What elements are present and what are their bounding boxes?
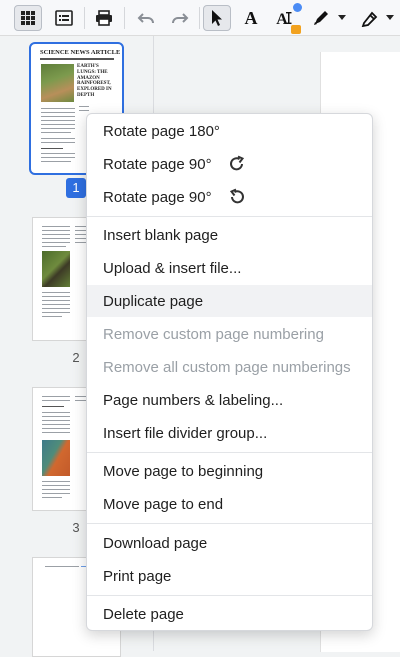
menu-divider [87, 452, 372, 453]
menu-item-move-to-beginning[interactable]: Move page to beginning [87, 455, 372, 487]
menu-item-label: Move page to beginning [103, 462, 264, 480]
menu-item-label: Page numbers & labeling... [103, 391, 284, 409]
page-number-3: 3 [72, 520, 80, 535]
menu-divider [87, 523, 372, 524]
menu-item-duplicate-page[interactable]: Duplicate page [87, 285, 372, 317]
menu-item-insert-blank-page[interactable]: Insert blank page [87, 219, 372, 251]
page-number-2: 2 [72, 350, 80, 365]
menu-item-label: Download page [103, 534, 208, 552]
menu-item-rotate-90-counterclockwise[interactable]: Rotate page 90° [87, 181, 372, 213]
menu-item-label: Remove custom page numbering [103, 325, 324, 343]
toolbar-divider [199, 7, 200, 29]
svg-text:A: A [245, 9, 258, 27]
toolbar-divider [124, 7, 125, 29]
menu-item-label: Upload & insert file... [103, 259, 242, 277]
lock-icon [291, 25, 301, 34]
menu-item-label: Rotate page 180° [103, 122, 220, 140]
menu-item-move-to-end[interactable]: Move page to end [87, 488, 372, 520]
print-button[interactable] [90, 5, 118, 31]
page-context-menu: Rotate page 180° Rotate page 90° Rotate … [86, 113, 373, 631]
menu-item-label: Duplicate page [103, 292, 204, 310]
select-arrow-icon [212, 10, 222, 26]
menu-item-rotate-180[interactable]: Rotate page 180° [87, 115, 372, 147]
menu-item-download-page[interactable]: Download page [87, 527, 372, 559]
grid-view-icon [21, 11, 35, 25]
menu-item-delete-page[interactable]: Delete page [87, 598, 372, 630]
list-view-button[interactable] [50, 5, 78, 31]
menu-item-label: Print page [103, 567, 172, 585]
menu-divider [87, 216, 372, 217]
thumbnail-image [42, 251, 70, 287]
highlighter-icon [361, 11, 378, 27]
notification-dot [293, 3, 302, 12]
pen-tool-button[interactable] [307, 5, 335, 31]
menu-item-label: Insert blank page [103, 226, 219, 244]
text-icon: A [245, 9, 258, 27]
toolbar-divider [84, 7, 85, 29]
menu-item-label: Rotate page 90° [103, 188, 212, 206]
redo-button[interactable] [166, 5, 194, 31]
menu-item-upload-insert-file[interactable]: Upload & insert file... [87, 252, 372, 284]
print-icon [96, 10, 112, 26]
undo-button[interactable] [132, 5, 160, 31]
highlighter-tool-button[interactable] [355, 5, 383, 31]
menu-item-label: Insert file divider group... [103, 424, 268, 442]
pen-dropdown-icon[interactable] [338, 15, 346, 21]
menu-item-remove-all-custom-page-numberings[interactable]: Remove all custom page numberings [87, 351, 372, 383]
thumbnail-masthead: SCIENCE NEWS ARTICLE [40, 49, 121, 56]
menu-item-page-numbers-labeling[interactable]: Page numbers & labeling... [87, 384, 372, 416]
thumbnail-image [41, 64, 74, 102]
menu-item-label: Rotate page 90° [103, 155, 212, 173]
menu-item-insert-file-divider-group[interactable]: Insert file divider group... [87, 417, 372, 449]
redo-icon [172, 13, 189, 24]
menu-item-rotate-90-clockwise[interactable]: Rotate page 90° [87, 148, 372, 180]
select-tool-button[interactable] [203, 5, 231, 31]
highlighter-dropdown-icon[interactable] [386, 15, 394, 21]
thumbnail-headline: EARTH'S LUNGS: THE AMAZON RAINFOREST, EX… [77, 64, 112, 98]
list-view-icon [55, 10, 73, 26]
thumbnail-image [42, 440, 70, 476]
pen-icon [314, 11, 328, 25]
menu-item-remove-custom-page-numbering[interactable]: Remove custom page numbering [87, 318, 372, 350]
grid-view-button[interactable] [14, 5, 42, 31]
menu-item-label: Remove all custom page numberings [103, 358, 351, 376]
toolbar: A A [0, 0, 400, 36]
text-tool-button[interactable]: A [237, 5, 265, 31]
menu-item-label: Delete page [103, 605, 184, 623]
menu-item-label: Move page to end [103, 495, 224, 513]
rotate-clockwise-icon [230, 155, 245, 171]
menu-divider [87, 595, 372, 596]
undo-icon [137, 13, 154, 24]
menu-item-print-page[interactable]: Print page [87, 560, 372, 592]
rotate-counterclockwise-icon [229, 188, 244, 204]
page-number-1: 1 [66, 178, 86, 198]
